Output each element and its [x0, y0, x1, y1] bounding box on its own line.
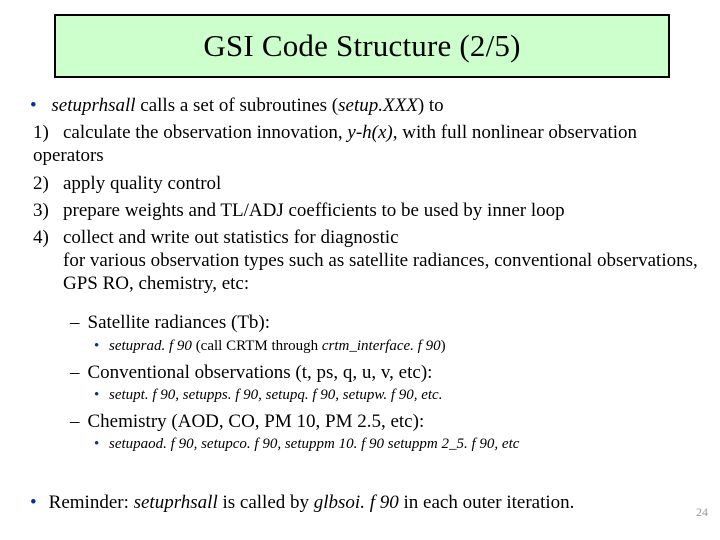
step-1: 1) calculate the observation innovation,… — [33, 121, 706, 167]
body: • setuprhsall calls a set of subroutines… — [30, 94, 706, 460]
intro-tail: ) to — [418, 95, 444, 116]
bullet-dot-icon: • — [94, 387, 99, 403]
sub-sat-head: –Satellite radiances (Tb): — [70, 311, 706, 334]
step-1-b: y-h(x) — [347, 122, 392, 143]
slide-title: GSI Code Structure (2/5) — [203, 28, 520, 64]
sub-chem-files: setupaod. f 90, setupco. f 90, setuppm 1… — [109, 436, 519, 452]
sub-sat-body: • setuprad. f 90 (call CRTM through crtm… — [94, 337, 706, 355]
step-number: 2) — [33, 172, 63, 195]
step-number: 1) — [33, 121, 63, 144]
step-3-text: prepare weights and TL/ADJ coefficients … — [63, 200, 565, 221]
reminder: • Reminder: setuprhsall is called by glbs… — [30, 492, 706, 514]
step-2: 2) apply quality control — [33, 172, 706, 195]
step-number: 4) — [33, 226, 63, 249]
numbered-list: 1) calculate the observation innovation,… — [30, 121, 706, 295]
bullet-dot-icon: • — [94, 338, 99, 354]
reminder-e: in each outer iteration. — [399, 492, 575, 513]
sub-sat-mid: (call CRTM through — [192, 338, 322, 354]
step-4: 4) collect and write out statistics for … — [33, 226, 706, 296]
bullet-dot-icon: • — [94, 436, 99, 452]
reminder-d: glbsoi. f 90 — [314, 492, 399, 513]
slide: GSI Code Structure (2/5) • setuprhsall c… — [0, 0, 720, 540]
reminder-a: Reminder: — [49, 492, 134, 513]
reminder-c: is called by — [218, 492, 314, 513]
sub-chem-body: • setupaod. f 90, setupco. f 90, setuppm… — [94, 435, 706, 453]
sub-sat-f1: setuprad. f 90 — [109, 338, 192, 354]
bullet-dot-icon: • — [30, 95, 37, 116]
step-number: 3) — [33, 199, 63, 222]
sub-conv-head: –Conventional observations (t, ps, q, u,… — [70, 361, 706, 384]
sub-conv-files: setupt. f 90, setupps. f 90, setupq. f 9… — [109, 387, 442, 403]
sub-conv-head-text: Conventional observations (t, ps, q, u, … — [88, 362, 433, 383]
step-4-a: collect and write out statistics for dia… — [63, 227, 399, 248]
sub-conv-body: • setupt. f 90, setupps. f 90, setupq. f… — [94, 386, 706, 404]
reminder-b: setuprhsall — [134, 492, 218, 513]
step-2-text: apply quality control — [63, 173, 221, 194]
page-number: 24 — [696, 505, 708, 520]
intro-bullet: • setuprhsall calls a set of subroutines… — [30, 94, 706, 117]
sub-sat-f2: crtm_interface. f 90 — [322, 338, 441, 354]
sub-chem-head-text: Chemistry (AOD, CO, PM 10, PM 2.5, etc): — [88, 411, 425, 432]
sub-sat-tail: ) — [441, 338, 446, 354]
dash-icon: – — [70, 411, 80, 432]
bullet-dot-icon: • — [30, 492, 37, 513]
dash-icon: – — [70, 312, 80, 333]
title-box: GSI Code Structure (2/5) — [54, 14, 670, 78]
intro-mid: calls a set of subroutines ( — [136, 95, 339, 116]
step-4-b: for various observation types such as sa… — [63, 249, 706, 295]
sub-list: –Satellite radiances (Tb): • setuprad. f… — [70, 311, 706, 453]
dash-icon: – — [70, 362, 80, 383]
sub-chem-head: –Chemistry (AOD, CO, PM 10, PM 2.5, etc)… — [70, 410, 706, 433]
sub-sat-head-text: Satellite radiances (Tb): — [88, 312, 271, 333]
intro-func: setuprhsall — [51, 95, 135, 116]
step-1-a: calculate the observation innovation, — [63, 122, 347, 143]
intro-pattern: setup.XXX — [338, 95, 418, 116]
step-3: 3) prepare weights and TL/ADJ coefficien… — [33, 199, 706, 222]
